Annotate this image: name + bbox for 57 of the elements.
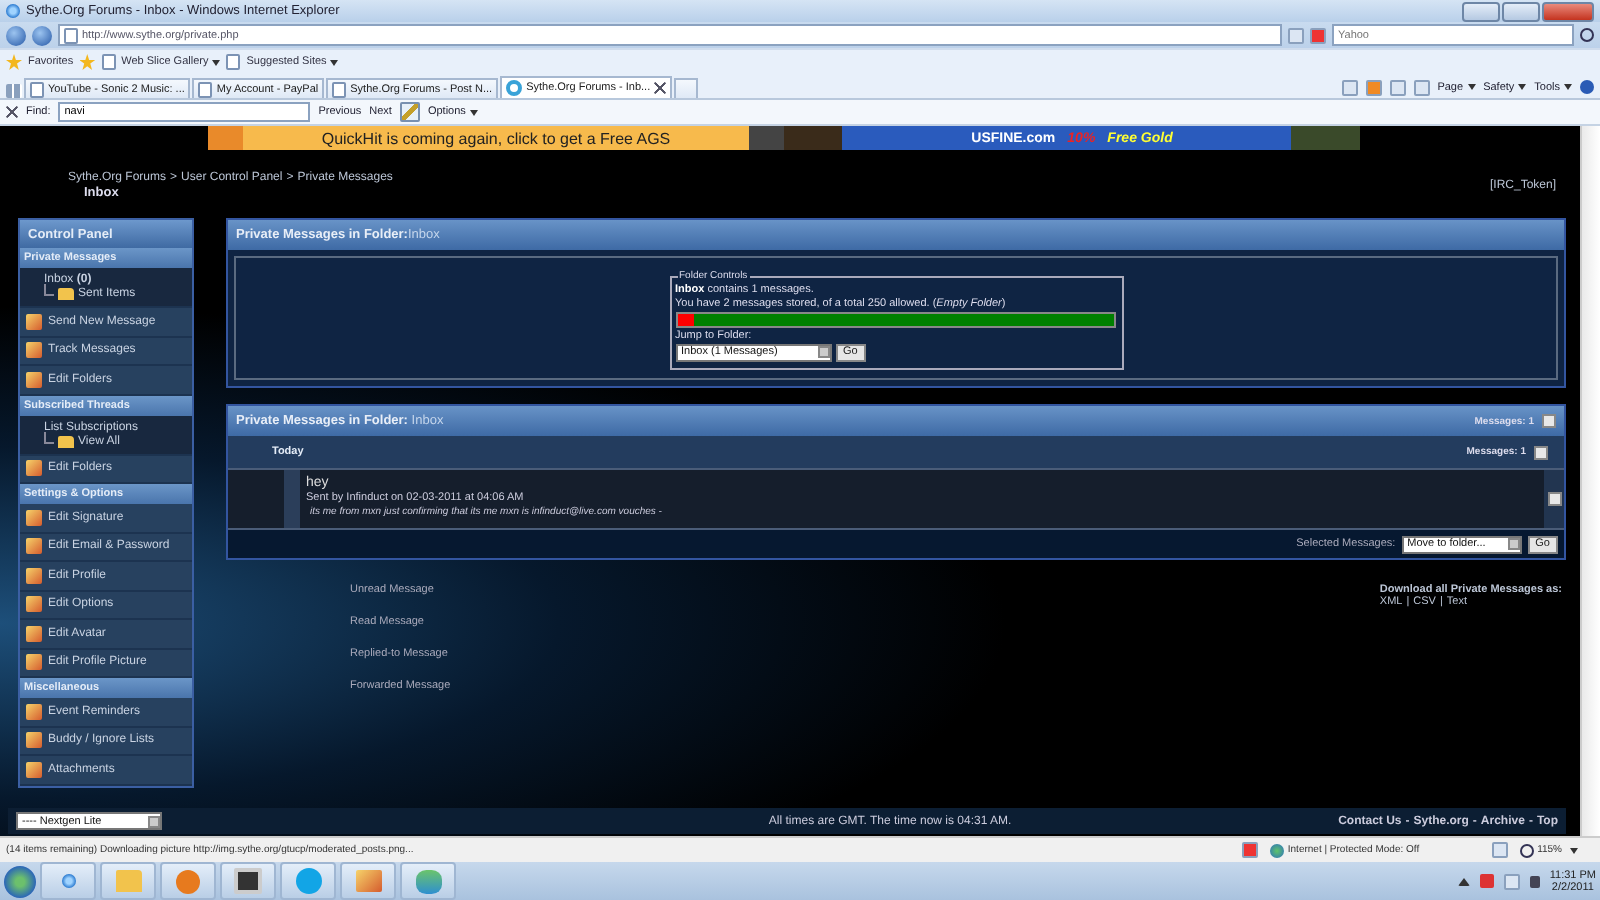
- tile-icon: [26, 567, 42, 584]
- loading-icon: [506, 80, 523, 96]
- app-icon: [115, 870, 141, 892]
- checkbox[interactable]: [1542, 414, 1556, 428]
- tile-icon: [26, 313, 42, 330]
- tile-icon: [26, 371, 42, 388]
- app-icon: [415, 869, 441, 893]
- tile-icon: [26, 538, 42, 555]
- zoom-icon: [1519, 843, 1534, 857]
- caret-icon: [1570, 847, 1578, 853]
- minimize-button[interactable]: [1462, 1, 1500, 21]
- page-icon: [101, 54, 116, 70]
- tile-icon: [26, 625, 42, 642]
- tree-line: [44, 284, 54, 296]
- app-icon: [61, 874, 75, 888]
- caret-icon: [1467, 84, 1476, 90]
- grid-icon[interactable]: [6, 84, 22, 98]
- caret-icon[interactable]: [1457, 877, 1470, 885]
- start-button[interactable]: [4, 865, 36, 897]
- taskbar-button[interactable]: [220, 862, 276, 900]
- caret-icon: [330, 59, 339, 65]
- app-icon: [355, 870, 381, 892]
- browser-icon: [6, 4, 20, 18]
- checkbox[interactable]: [1534, 445, 1548, 459]
- caret-icon: [212, 59, 221, 65]
- app-icon: [176, 869, 200, 893]
- caret-icon: [1564, 84, 1572, 90]
- forward-button[interactable]: [32, 25, 52, 45]
- checkbox[interactable]: [1547, 492, 1561, 506]
- folder-icon: [58, 435, 74, 447]
- app-icon: [234, 868, 262, 894]
- close-icon[interactable]: [6, 106, 18, 118]
- tile-icon: [26, 732, 42, 749]
- folder-icon: [58, 288, 74, 300]
- tile-icon: [26, 761, 42, 778]
- tile-icon: [26, 509, 42, 526]
- highlight-icon[interactable]: [399, 102, 420, 122]
- scrollbar[interactable]: [1580, 126, 1600, 836]
- back-button[interactable]: [6, 25, 26, 45]
- tree-line: [44, 431, 54, 443]
- tile-icon: [26, 342, 42, 359]
- tile-icon: [26, 460, 42, 477]
- search-icon[interactable]: [1580, 28, 1594, 42]
- caret-icon: [469, 109, 478, 115]
- tile-icon: [26, 654, 42, 671]
- close-icon[interactable]: [654, 82, 667, 94]
- ad-banner[interactable]: QuickHit is coming again, click to get a Free AGS: [208, 126, 784, 150]
- tile-icon: [26, 703, 42, 720]
- stop-icon[interactable]: [1310, 27, 1326, 43]
- close-button[interactable]: [1542, 1, 1594, 21]
- maximize-button[interactable]: [1502, 1, 1540, 21]
- tile-icon: [26, 596, 42, 613]
- app-icon: [295, 868, 321, 894]
- globe-icon: [1269, 843, 1284, 857]
- feed-icon[interactable]: [1365, 79, 1382, 95]
- caret-icon: [1518, 84, 1527, 90]
- page-icon: [64, 27, 78, 43]
